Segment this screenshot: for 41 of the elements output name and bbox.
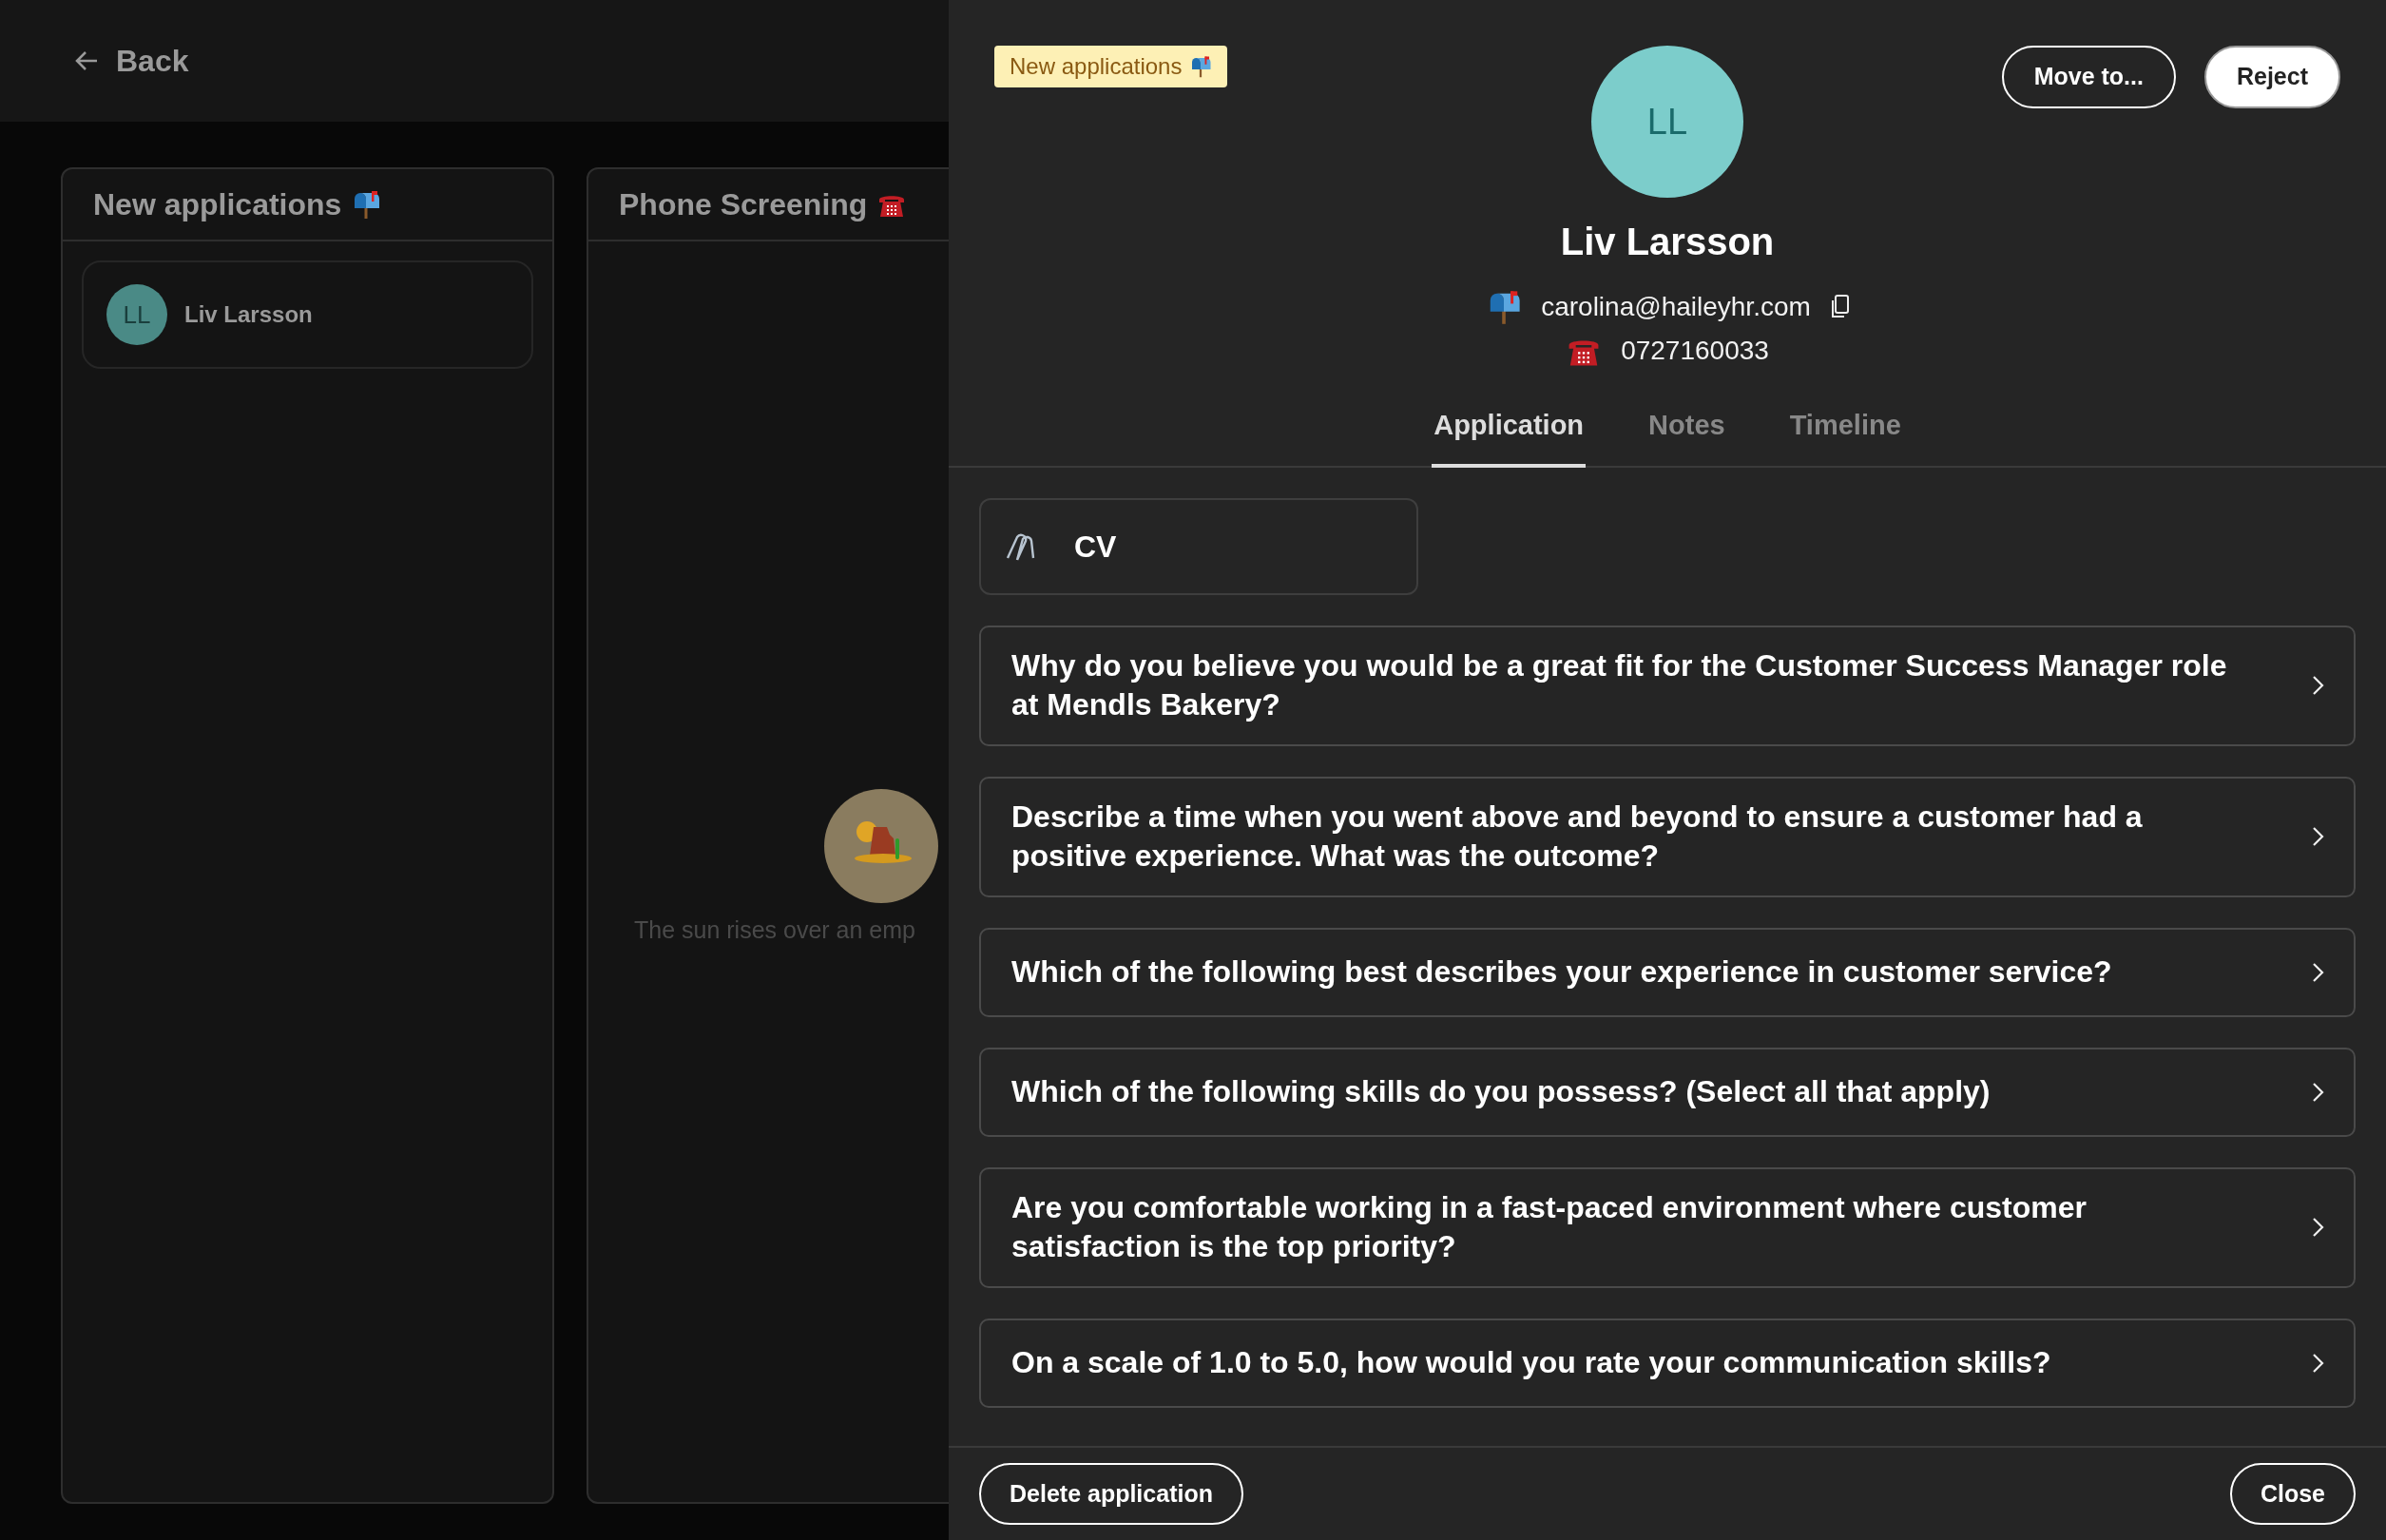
tab[interactable]: Timeline	[1787, 397, 1903, 468]
candidate-card[interactable]: LL Liv Larsson	[82, 260, 533, 369]
question-text: Are you comfortable working in a fast-paced environment where customer satisfaction is the top priority?	[1011, 1188, 2088, 1266]
mailbox-icon	[1189, 55, 1213, 78]
chevron-right-icon	[2312, 1217, 2325, 1239]
question-text: On a scale of 1.0 to 5.0, how would you rate your communication skills?	[1011, 1344, 2051, 1382]
chevron-right-icon	[2312, 826, 2325, 848]
column-title: New applications	[93, 186, 342, 223]
question-card[interactable]: On a scale of 1.0 to 5.0, how would you rate your communication skills?	[979, 1319, 2356, 1409]
tab[interactable]: Application	[1432, 397, 1587, 468]
question-text: Which of the following skills do you possess? (Select all that apply)	[1011, 1073, 1991, 1111]
column-title: Phone Screening	[619, 186, 868, 223]
question-card[interactable]: Are you comfortable working in a fast-paced environment where customer satisfaction is the top priority?	[979, 1166, 2356, 1289]
stage-label: New applications	[1010, 52, 1183, 81]
candidate-name: Liv Larsson	[1560, 220, 1775, 264]
chevron-right-icon	[2312, 1081, 2325, 1103]
question-text: Which of the following best describes your experience in customer service?	[1011, 953, 2112, 991]
question-text: Why do you believe you would be a great fit for the Customer Success Manager role at Mendls Bakery?	[1011, 646, 2228, 724]
chevron-right-icon	[2312, 675, 2325, 697]
tab[interactable]: Notes	[1646, 397, 1727, 468]
back-arrow-icon	[74, 49, 99, 72]
avatar: LL	[106, 284, 167, 345]
chevron-right-icon	[2312, 1353, 2325, 1375]
question-card[interactable]: Why do you believe you would be a great fit for the Customer Success Manager role at Mendls Bakery?	[979, 625, 2356, 746]
question-text: Describe a time when you went above and beyond to ensure a customer had a positive experience. What was the outcome?	[1011, 798, 2144, 876]
delete-application-button[interactable]: Delete application	[979, 1462, 1243, 1525]
back-link[interactable]: Back	[74, 38, 189, 84]
question-card[interactable]: Which of the following skills do you possess? (Select all that apply)	[979, 1047, 2356, 1137]
reject-button[interactable]: Reject	[2203, 46, 2340, 108]
question-card[interactable]: Describe a time when you went above and beyond to ensure a customer had a positive experience. What was the outcome?	[979, 776, 2356, 897]
candidate-name: Liv Larsson	[184, 300, 313, 329]
phone-number: 0727160033	[1621, 335, 1769, 367]
attachment-card[interactable]: CV	[979, 497, 1418, 595]
move-to-button[interactable]: Move to...	[2001, 46, 2176, 108]
chevron-right-icon	[2312, 961, 2325, 983]
close-button[interactable]: Close	[2229, 1462, 2356, 1525]
question-card[interactable]: Which of the following best describes your experience in customer service?	[979, 927, 2356, 1017]
paperclip-icon	[1004, 530, 1036, 562]
copy-icon	[1829, 295, 1849, 319]
avatar: LL	[1591, 46, 1743, 198]
email-text: carolina@haileyhr.com	[1541, 291, 1811, 323]
